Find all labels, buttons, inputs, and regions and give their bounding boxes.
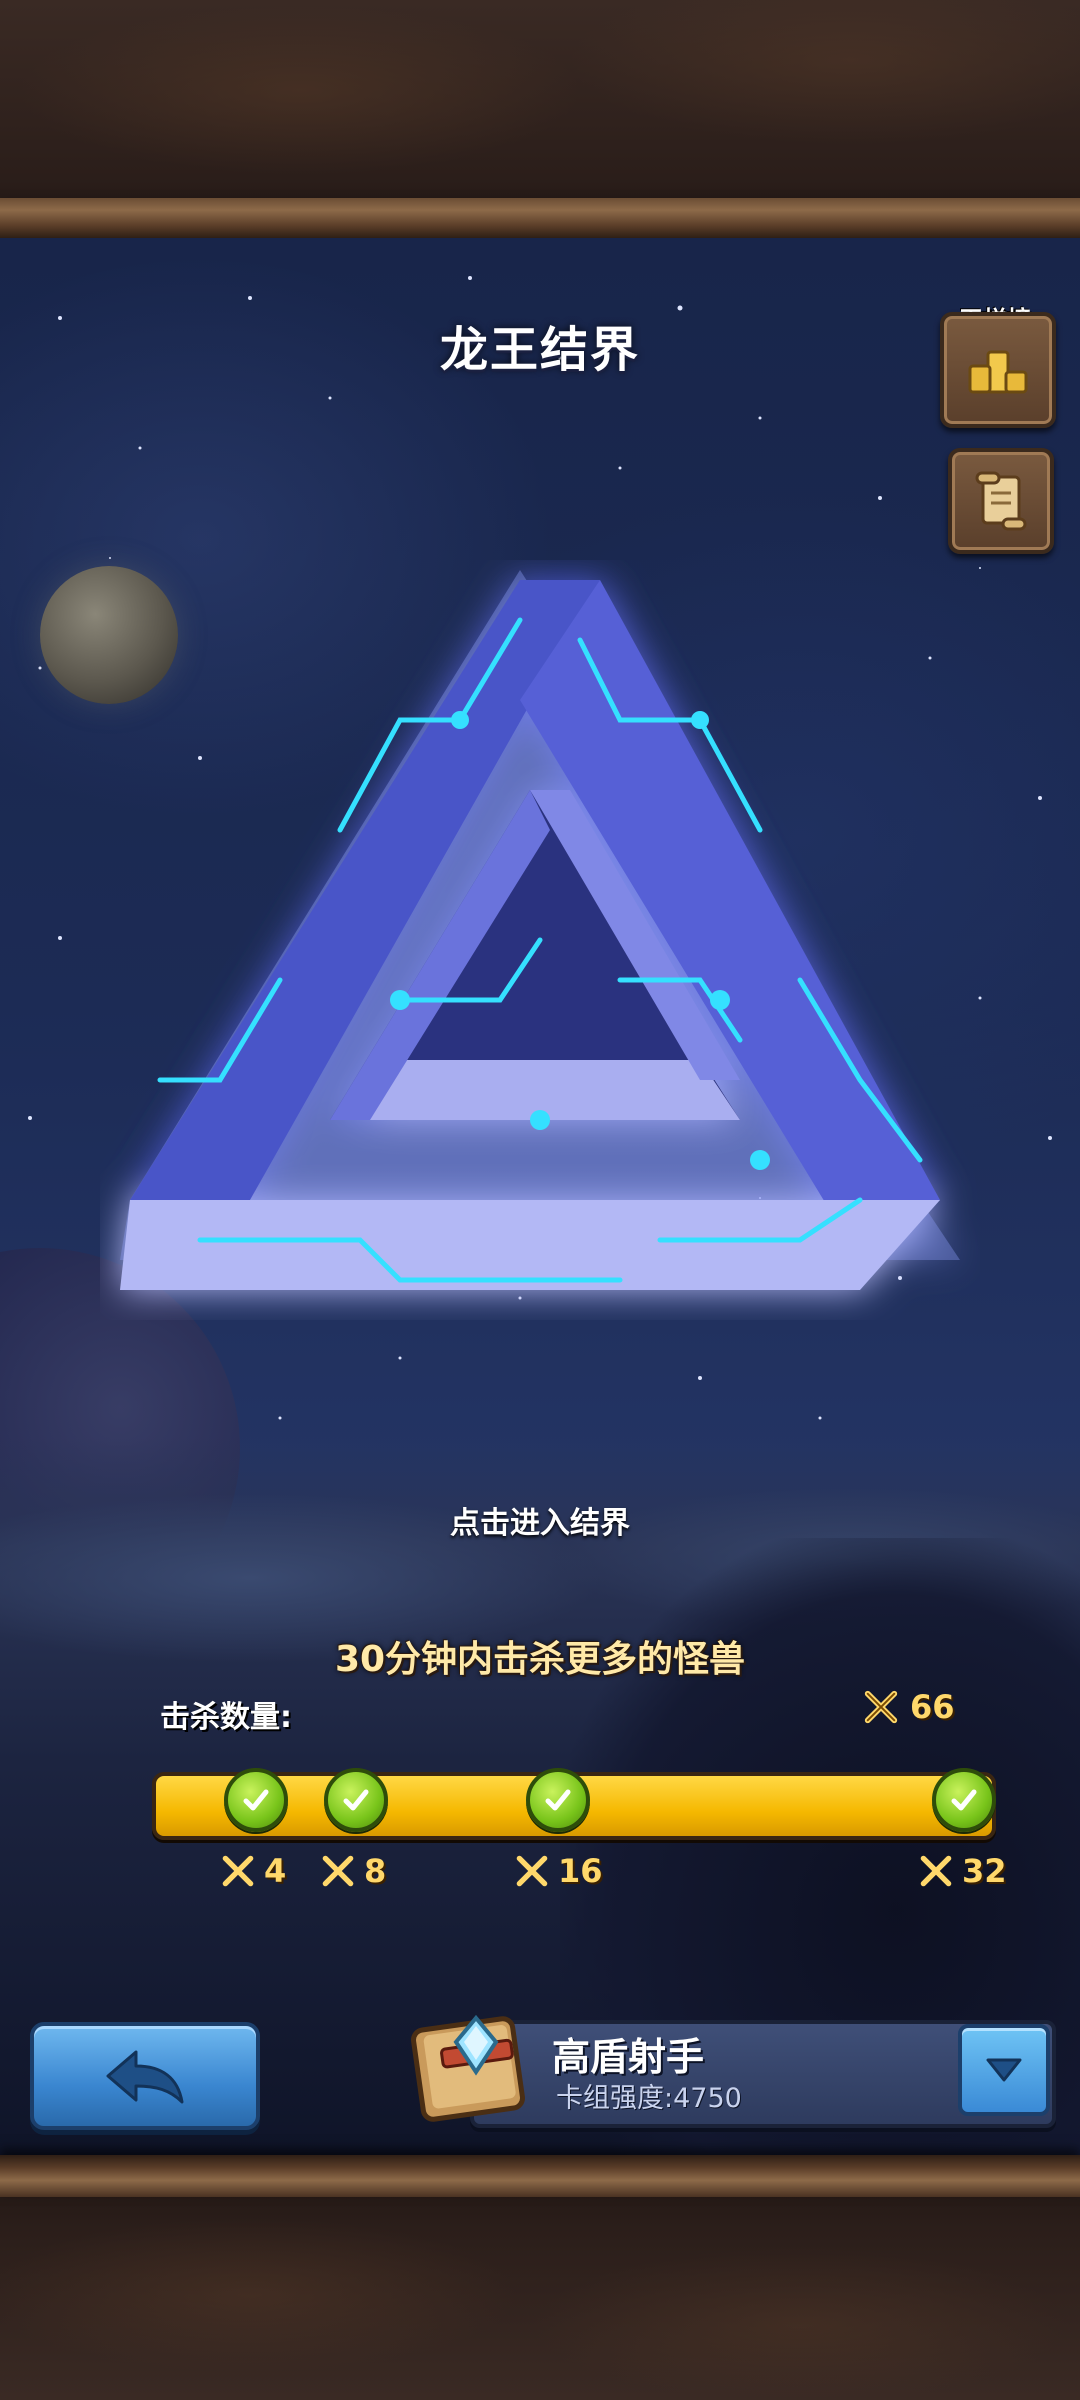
realm-portal[interactable]	[100, 560, 980, 1320]
milestone-32: 32	[918, 1852, 1007, 1890]
kill-count-value: 66	[910, 1688, 955, 1726]
crossed-swords-icon	[864, 1690, 898, 1724]
podium-icon	[968, 350, 1028, 394]
deck-name: 高盾射手	[552, 2035, 705, 2079]
check-icon	[343, 1789, 369, 1811]
check-icon	[243, 1789, 269, 1811]
milestone-value: 32	[962, 1852, 1007, 1890]
scroll-icon	[975, 471, 1027, 531]
check-icon	[545, 1789, 571, 1811]
crossed-swords-icon	[920, 1855, 952, 1887]
milestone-value: 4	[264, 1852, 287, 1890]
milestone-16: 16	[514, 1852, 603, 1890]
milestone-check-4	[224, 1768, 288, 1832]
crossed-swords-icon	[516, 1855, 548, 1887]
back-arrow-icon	[106, 2050, 184, 2104]
milestone-check-16	[526, 1768, 590, 1832]
milestone-4: 4	[220, 1852, 286, 1890]
chevron-down-icon	[986, 2058, 1022, 2082]
kill-count-total: 66	[862, 1688, 955, 1726]
milestone-check-8	[324, 1768, 388, 1832]
enter-realm-hint[interactable]: 点击进入结界	[0, 1498, 1080, 1542]
deck-power: 卡组强度:4750	[556, 2083, 742, 2114]
milestone-value: 16	[558, 1852, 603, 1890]
deck-book-icon	[404, 2000, 534, 2130]
milestone-check-32	[932, 1768, 996, 1832]
milestone-value: 8	[364, 1852, 387, 1890]
ladder-button[interactable]	[940, 312, 1056, 428]
crossed-swords-icon	[322, 1855, 354, 1887]
top-frame	[0, 0, 1080, 238]
scroll-button[interactable]	[948, 448, 1054, 554]
crossed-swords-icon	[222, 1855, 254, 1887]
impossible-triangle-icon	[120, 570, 960, 1290]
milestone-8: 8	[320, 1852, 386, 1890]
kill-count-label: 击杀数量:	[160, 1700, 292, 1735]
back-button[interactable]	[30, 2022, 260, 2130]
bottom-frame	[0, 2155, 1080, 2400]
challenge-goal: 30分钟内击杀更多的怪兽	[334, 1639, 746, 1680]
check-icon	[951, 1789, 977, 1811]
page-title: 龙王结界	[439, 322, 640, 378]
deck-dropdown-button[interactable]	[958, 2024, 1050, 2116]
